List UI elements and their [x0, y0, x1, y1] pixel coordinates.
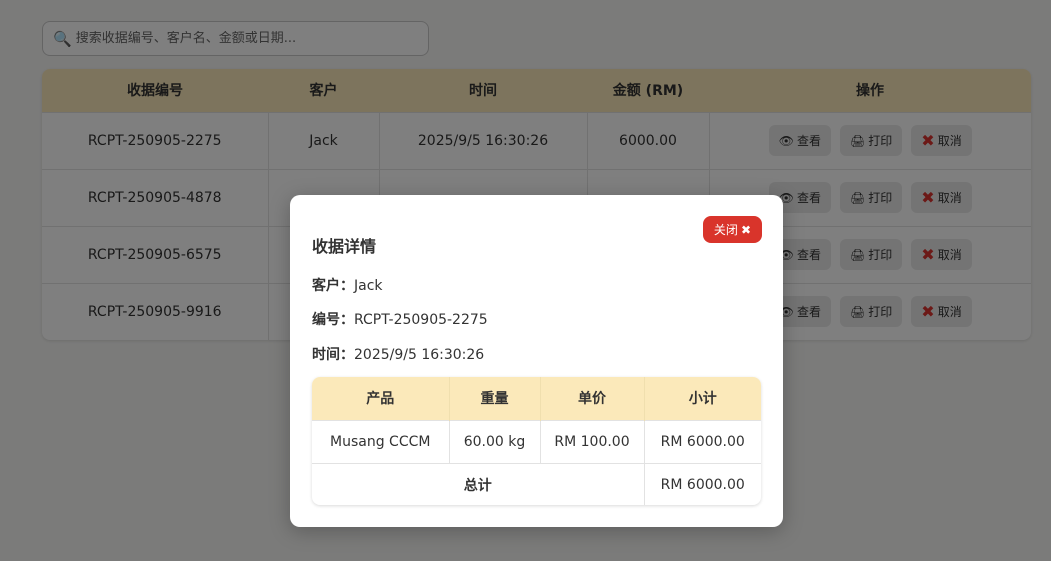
id-label: 编号： [312, 312, 354, 328]
customer-info: 客户：Jack [312, 275, 383, 295]
total-row: 总计 RM 6000.00 [312, 462, 761, 505]
customer-value: Jack [354, 278, 383, 294]
total-label: 总计 [312, 462, 645, 505]
col-header-weight: 重量 [449, 377, 541, 420]
total-value: RM 6000.00 [644, 462, 761, 505]
subtotal: RM 6000.00 [644, 419, 761, 463]
close-icon: ✖ [740, 222, 751, 237]
col-header-price: 单价 [540, 377, 645, 420]
items-table: 产品 重量 单价 小计 Musang CCCM 60.00 kg RM 100.… [312, 377, 761, 505]
receipt-detail-modal: 关闭 ✖ 收据详情 客户：Jack 编号：RCPT-250905-2275 时间… [290, 195, 783, 527]
items-header-row: 产品 重量 单价 小计 [312, 377, 761, 420]
unit-price: RM 100.00 [540, 419, 645, 463]
product-name: Musang CCCM [312, 419, 450, 463]
col-header-product: 产品 [312, 377, 450, 420]
time-info: 时间：2025/9/5 16:30:26 [312, 344, 484, 364]
id-value: RCPT-250905-2275 [354, 312, 488, 328]
time-value: 2025/9/5 16:30:26 [354, 347, 485, 363]
close-label: 关闭 [713, 223, 738, 237]
customer-label: 客户： [312, 278, 354, 294]
time-label: 时间： [312, 347, 354, 363]
col-header-subtotal: 小计 [644, 377, 761, 420]
product-weight: 60.00 kg [449, 419, 541, 463]
modal-title: 收据详情 [312, 237, 377, 256]
close-button[interactable]: 关闭 ✖ [702, 216, 762, 243]
table-row: Musang CCCM 60.00 kg RM 100.00 RM 6000.0… [312, 419, 761, 463]
receipt-id-info: 编号：RCPT-250905-2275 [312, 309, 488, 329]
